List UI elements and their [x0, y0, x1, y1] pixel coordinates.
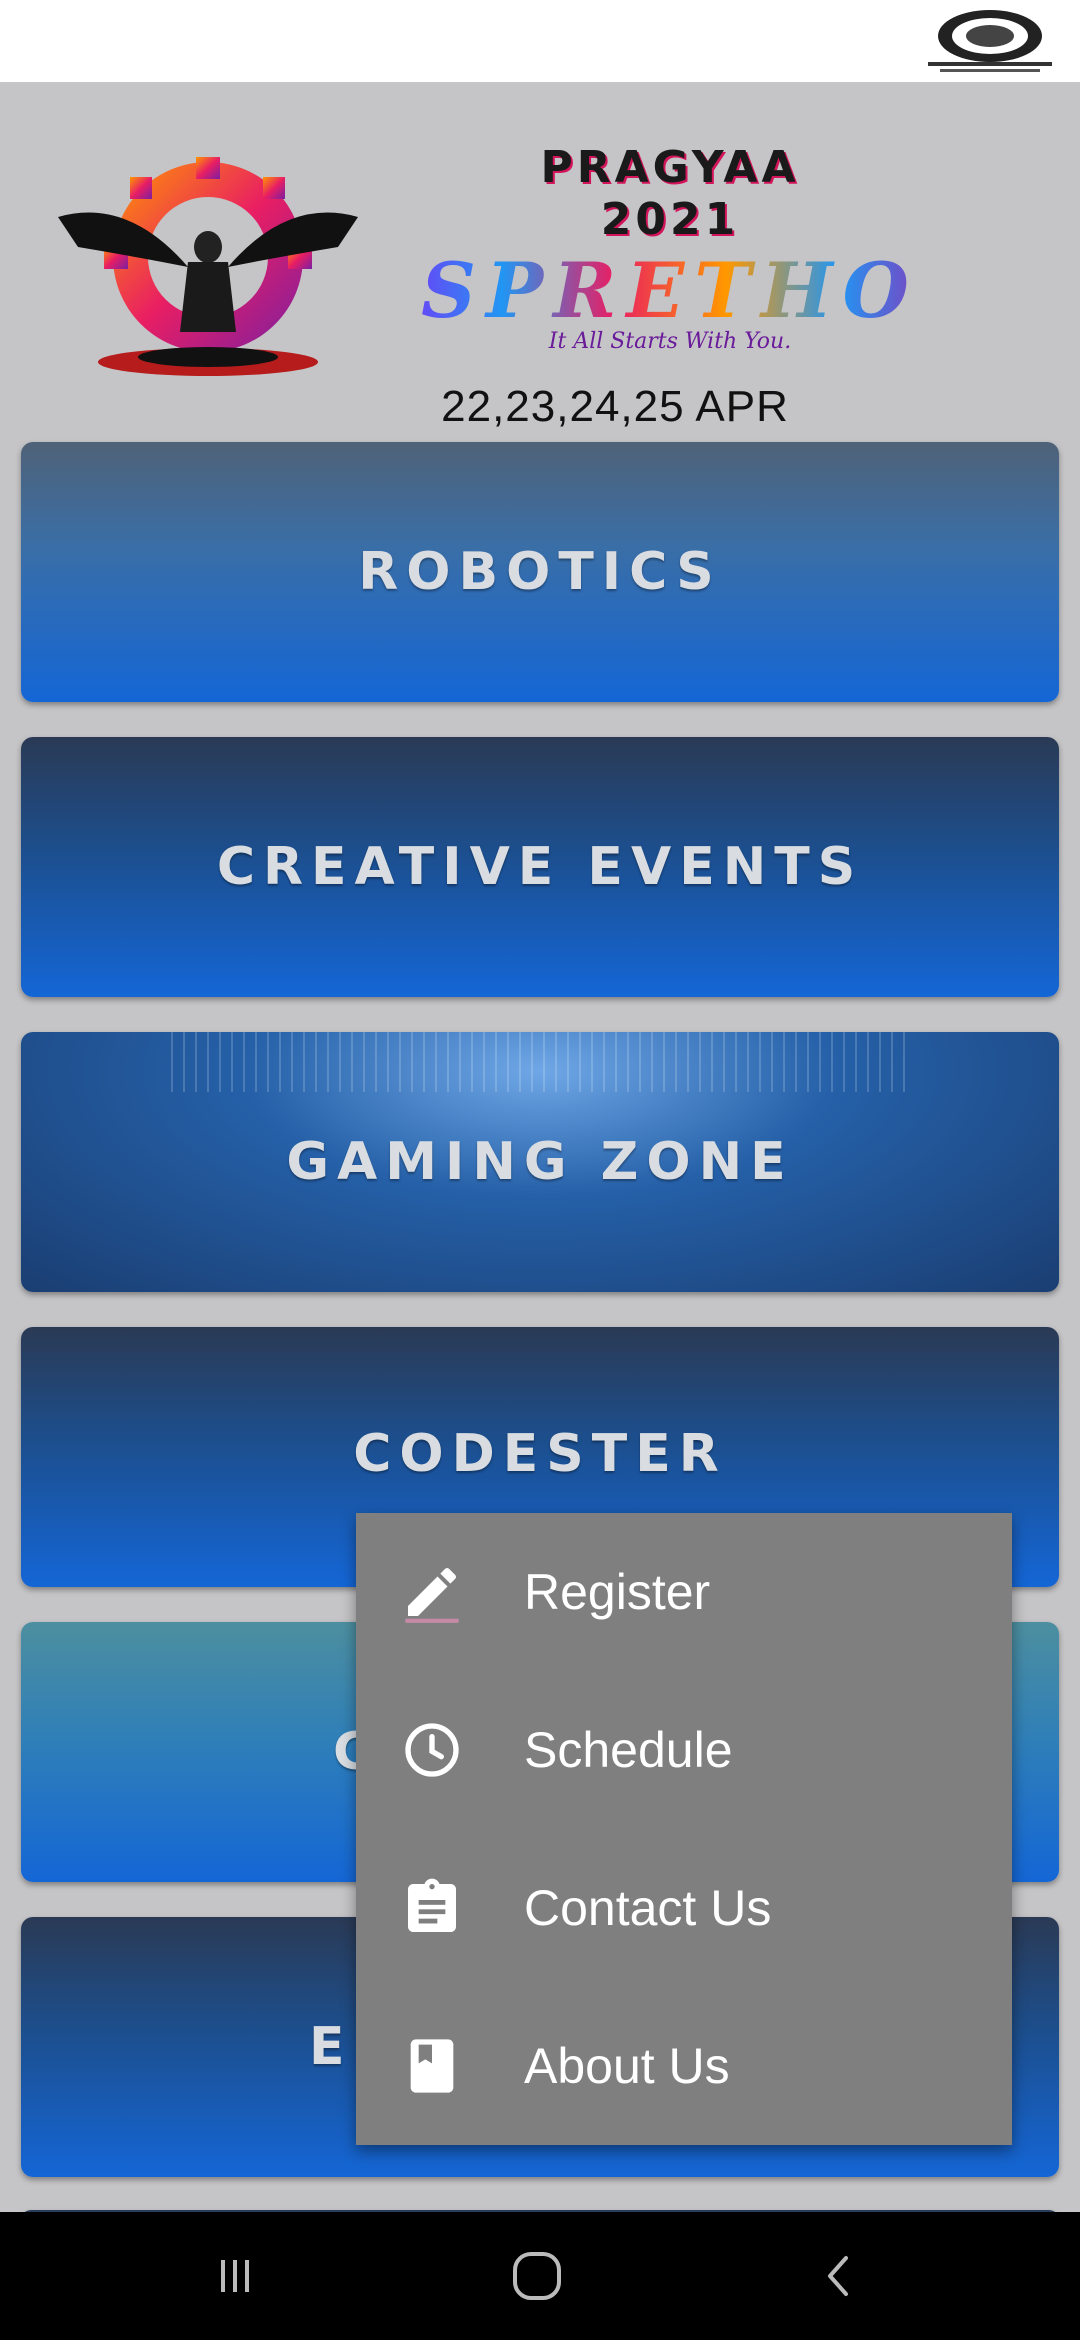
- book-icon: [400, 2034, 464, 2098]
- category-label: E: [309, 2017, 353, 2077]
- category-card-robotics[interactable]: ROBOTICS: [21, 442, 1059, 702]
- category-card-creative-events[interactable]: CREATIVE EVENTS: [21, 737, 1059, 997]
- menu-item-schedule[interactable]: Schedule: [356, 1671, 1012, 1829]
- clock-icon: [400, 1718, 464, 1782]
- home-button[interactable]: [497, 2246, 577, 2306]
- system-navigation-bar: [0, 2212, 1080, 2340]
- event-name: SPRETHO: [390, 246, 950, 335]
- category-label: GAMING ZONE: [286, 1132, 794, 1192]
- event-header: PRAGYAA 2021 SPRETHO It All Starts With …: [0, 82, 1080, 431]
- menu-item-contact-us[interactable]: Contact Us: [356, 1829, 1012, 1987]
- home-icon: [513, 2252, 561, 2300]
- category-label: CREATIVE EVENTS: [216, 837, 864, 897]
- menu-item-label: About Us: [524, 2038, 730, 2094]
- menu-item-label: Register: [524, 1564, 711, 1620]
- back-button[interactable]: [800, 2246, 880, 2306]
- menu-item-label: Schedule: [524, 1722, 733, 1778]
- clipboard-icon: [400, 1876, 464, 1940]
- options-menu: Register Schedule Contact Us About Us: [356, 1513, 1012, 2145]
- top-bar: [0, 0, 1080, 82]
- category-label: CODESTER: [353, 1424, 727, 1484]
- menu-item-about-us[interactable]: About Us: [356, 1987, 1012, 2145]
- back-icon: [828, 2256, 848, 2296]
- recent-apps-icon: [221, 2260, 249, 2292]
- pencil-icon: [400, 1560, 464, 1624]
- category-card-gaming-zone[interactable]: GAMING ZONE: [21, 1032, 1059, 1292]
- event-title: PRAGYAA 2021: [540, 142, 800, 245]
- menu-item-register[interactable]: Register: [356, 1513, 1012, 1671]
- event-dates: 22,23,24,25 APR: [441, 382, 789, 431]
- menu-item-label: Contact Us: [524, 1880, 772, 1936]
- recent-apps-button[interactable]: [195, 2246, 275, 2306]
- event-logo: [58, 157, 358, 376]
- category-label: ROBOTICS: [358, 542, 722, 602]
- college-logo: [928, 10, 1052, 72]
